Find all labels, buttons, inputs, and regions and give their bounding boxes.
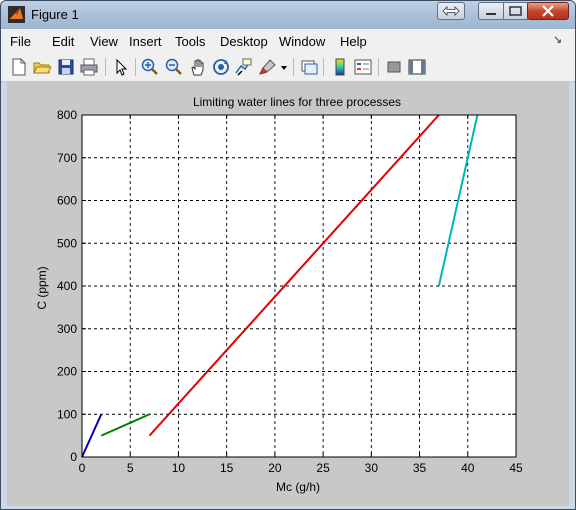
x-tick-label: 5 [127,461,134,475]
close-button[interactable] [527,2,569,20]
hide-plot-tools-icon[interactable] [384,57,404,77]
y-tick-label: 600 [57,194,77,208]
menu-file[interactable]: File [10,34,31,49]
maximize-icon [509,6,522,16]
print-icon[interactable] [79,57,99,77]
menu-window[interactable]: Window [279,34,325,49]
x-tick-label: 25 [316,461,330,475]
toolbar-separator [323,58,324,76]
x-tick-label: 35 [413,461,427,475]
chart-title: Limiting water lines for three processes [193,95,401,109]
data-cursor-icon[interactable] [234,57,254,77]
legend-icon[interactable] [353,57,373,77]
x-tick-label: 10 [172,461,186,475]
toolbar-separator [105,58,106,76]
toolbar-separator [293,58,294,76]
close-icon [542,5,554,17]
menu-bar: File Edit View Insert Tools Desktop Wind… [1,29,575,54]
link-plot-icon[interactable] [299,57,319,77]
swap-arrows-icon [442,6,460,16]
dock-swap-button[interactable] [437,2,465,20]
figure-canvas: 0 5 10 15 20 25 30 35 40 45 0 100 200 300 400 500 600 700… [7,82,569,506]
x-axis-label: Mc (g/h) [276,480,320,494]
zoom-in-icon[interactable] [140,57,160,77]
dock-arrow-icon[interactable]: ↘ [553,33,562,46]
select-arrow-icon[interactable] [111,57,131,77]
y-tick-label: 700 [57,151,77,165]
x-tick-label: 40 [461,461,475,475]
y-tick-label: 300 [57,322,77,336]
window-title: Figure 1 [31,7,79,22]
y-tick-label: 200 [57,365,77,379]
y-tick-label: 800 [57,108,77,122]
menu-edit[interactable]: Edit [52,34,74,49]
brush-icon[interactable] [258,57,278,77]
menu-desktop[interactable]: Desktop [220,34,268,49]
pan-hand-icon[interactable] [188,57,208,77]
toolbar-separator [135,58,136,76]
menu-insert[interactable]: Insert [129,34,162,49]
toolbar-separator [378,58,379,76]
figure-window: Figure 1 File Edit View Insert Tools Des… [0,0,576,510]
zoom-out-icon[interactable] [164,57,184,77]
y-tick-label: 0 [70,450,77,464]
menu-view[interactable]: View [90,34,118,49]
toolbar [1,53,575,82]
rotate-3d-icon[interactable] [211,57,231,77]
y-tick-label: 400 [57,279,77,293]
x-tick-label: 20 [268,461,282,475]
menu-tools[interactable]: Tools [175,34,205,49]
title-bar[interactable]: Figure 1 [1,1,575,29]
show-plot-tools-icon[interactable] [407,57,427,77]
x-tick-label: 15 [220,461,234,475]
minimize-button[interactable] [478,2,504,20]
menu-help[interactable]: Help [340,34,367,49]
save-icon[interactable] [56,57,76,77]
x-tick-label: 0 [79,461,86,475]
brush-dropdown-icon[interactable] [279,57,289,77]
x-tick-label: 45 [509,461,523,475]
maximize-button[interactable] [503,2,528,20]
minimize-icon [486,13,496,15]
new-figure-icon[interactable] [9,57,29,77]
colorbar-icon[interactable] [330,57,350,77]
y-tick-label: 100 [57,407,77,421]
open-file-icon[interactable] [32,57,52,77]
y-tick-label: 500 [57,236,77,250]
x-tick-label: 30 [365,461,379,475]
matlab-logo-icon [8,6,25,23]
plot-svg: 0 5 10 15 20 25 30 35 40 45 0 100 200 300 400 500 600 700… [35,95,523,494]
y-axis-label: C (ppm) [35,266,49,309]
